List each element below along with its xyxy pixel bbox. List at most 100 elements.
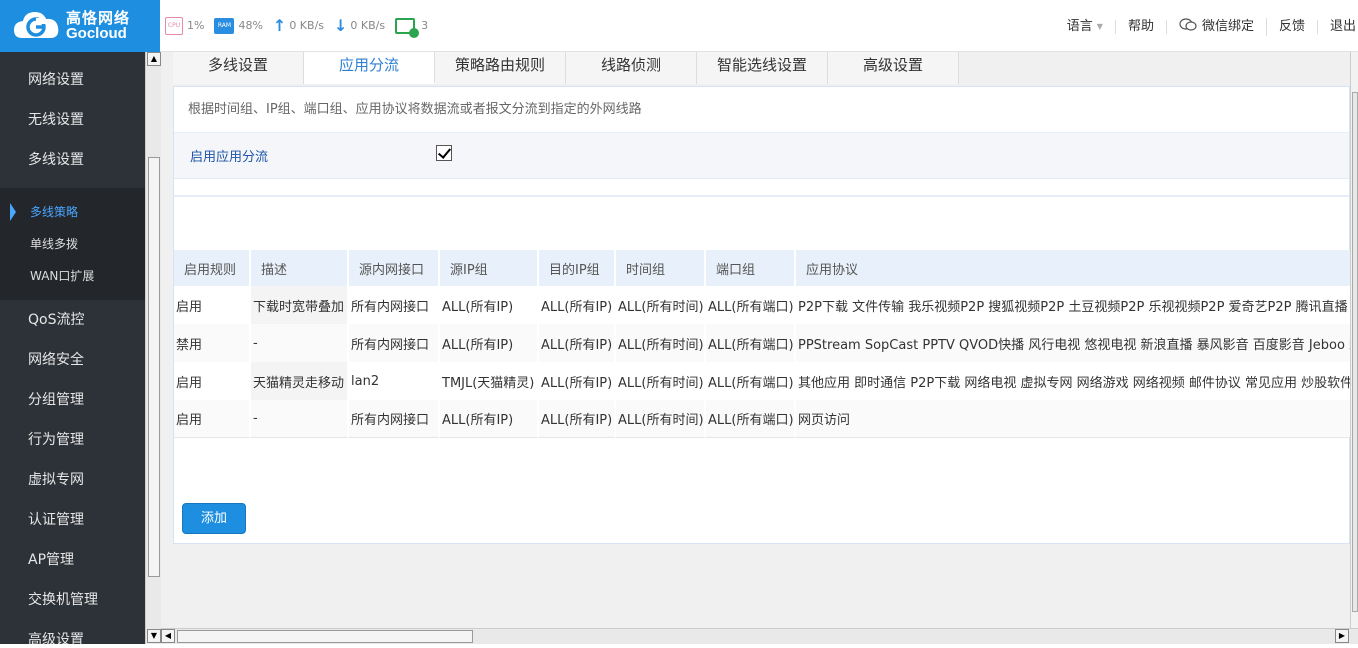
- table-row[interactable]: 启用 下载时宽带叠加 所有内网接口 ALL(所有IP) ALL(所有IP) AL…: [174, 286, 1350, 324]
- sidebar-item-ap[interactable]: AP管理: [0, 540, 145, 580]
- cell-description: 下载时宽带叠加: [251, 286, 349, 324]
- sidebar-item-network[interactable]: 网络设置: [0, 60, 145, 100]
- cell-description: -: [251, 324, 349, 362]
- cell-dst-ip: ALL(所有IP): [539, 286, 616, 324]
- sidebar-submenu: 多线策略 单线多拨 WAN口扩展: [0, 188, 145, 300]
- ram-icon: RAM: [214, 17, 235, 34]
- col-app-protocol: 应用协议: [796, 250, 1350, 286]
- cell-protocol: 网页访问: [796, 400, 1350, 438]
- scroll-up-icon[interactable]: ▲: [147, 52, 161, 66]
- sidebar-scrollbar[interactable]: ▲ ▼: [145, 52, 161, 648]
- cpu-icon: CPU: [165, 16, 183, 35]
- cell-protocol: P2P下载 文件传输 我乐视频P2P 搜狐视频P2P 土豆视频P2P 乐视视频P…: [796, 286, 1350, 324]
- col-description: 描述: [251, 250, 349, 286]
- cell-src-ip: ALL(所有IP): [440, 286, 539, 324]
- cell-port: ALL(所有端口): [706, 286, 796, 324]
- tab-policy-routing[interactable]: 策略路由规则: [435, 52, 566, 84]
- tab-multiline-settings[interactable]: 多线设置: [173, 52, 304, 84]
- tab-advanced[interactable]: 高级设置: [828, 52, 959, 84]
- col-time-group: 时间组: [616, 250, 706, 286]
- sidebar-scroll-thumb[interactable]: [148, 157, 160, 577]
- enable-app-routing-label: 启用应用分流: [190, 150, 269, 165]
- cell-time: ALL(所有时间): [616, 286, 706, 324]
- tab-app-routing[interactable]: 应用分流: [304, 52, 435, 84]
- cell-time: ALL(所有时间): [616, 324, 706, 362]
- sidebar-item-vpn[interactable]: 虚拟专网: [0, 460, 145, 500]
- cell-src-interface: 所有内网接口: [349, 400, 440, 438]
- enable-row: 启用应用分流: [174, 133, 1349, 179]
- cell-description: -: [251, 400, 349, 438]
- enable-app-routing-checkbox[interactable]: [436, 144, 452, 161]
- cell-src-interface: 所有内网接口: [349, 324, 440, 362]
- scroll-down-icon[interactable]: ▼: [147, 629, 161, 643]
- help-link[interactable]: 帮助: [1116, 20, 1167, 34]
- cell-protocol: PPStream SopCast PPTV QVOD快播 风行电视 悠视电视 新…: [796, 324, 1350, 362]
- wechat-bind-link[interactable]: 微信绑定: [1167, 18, 1267, 36]
- table-row[interactable]: 禁用 - 所有内网接口 ALL(所有IP) ALL(所有IP) ALL(所有时间…: [174, 324, 1350, 362]
- sidebar-item-wireless[interactable]: 无线设置: [0, 100, 145, 140]
- cell-dst-ip: ALL(所有IP): [539, 362, 616, 400]
- table-row[interactable]: 启用 天猫精灵走移动 lan2 TMJL(天猫精灵) ALL(所有IP) ALL…: [174, 362, 1350, 400]
- sidebar-sub-wan-expand[interactable]: WAN口扩展: [0, 260, 145, 292]
- add-rule-button[interactable]: 添加: [182, 503, 246, 534]
- upload-arrow-icon: ↑: [272, 16, 287, 35]
- tab-smart-line[interactable]: 智能选线设置: [697, 52, 828, 84]
- divider: [174, 179, 1349, 197]
- wechat-bind-label: 微信绑定: [1201, 19, 1254, 34]
- scroll-left-icon[interactable]: ◀: [161, 629, 175, 643]
- sidebar-item-behavior[interactable]: 行为管理: [0, 420, 145, 460]
- table-row[interactable]: 启用 - 所有内网接口 ALL(所有IP) ALL(所有IP) ALL(所有时间…: [174, 400, 1350, 438]
- wechat-icon: [1179, 18, 1197, 36]
- horizontal-scroll-thumb[interactable]: [177, 630, 473, 643]
- sidebar-item-qos[interactable]: QoS流控: [0, 300, 145, 340]
- online-devices-icon: [395, 17, 420, 38]
- col-src-ip-group: 源IP组: [440, 250, 539, 286]
- sidebar-sub-single-multi-dial[interactable]: 单线多拨: [0, 228, 145, 260]
- sidebar-item-multiline[interactable]: 多线设置: [0, 140, 145, 180]
- cell-status: 启用: [174, 286, 251, 324]
- download-stat: ↓ 0 KB/s: [334, 16, 385, 35]
- sidebar-item-groups[interactable]: 分组管理: [0, 380, 145, 420]
- upload-stat: ↑ 0 KB/s: [273, 16, 324, 35]
- cpu-stat: CPU 1%: [165, 16, 204, 35]
- cell-port: ALL(所有端口): [706, 362, 796, 400]
- bottom-border: [0, 644, 1358, 648]
- sidebar-item-switch[interactable]: 交换机管理: [0, 580, 145, 620]
- tab-line-detection[interactable]: 线路侦测: [566, 52, 697, 84]
- main-scroll-thumb[interactable]: [1352, 92, 1358, 612]
- cell-protocol: 其他应用 即时通信 P2P下载 网络电视 虚拟专网 网络游戏 网络视频 邮件协议…: [796, 362, 1350, 400]
- language-menu[interactable]: 语言 ▼: [1055, 20, 1116, 34]
- table-header-row: 启用规则 描述 源内网接口 源IP组 目的IP组 时间组 端口组 应用协议: [174, 250, 1350, 286]
- main-vertical-scrollbar[interactable]: [1350, 52, 1358, 628]
- top-header: 高恪网络 Gocloud CPU 1% RAM 48% ↑ 0 KB/s ↓ 0…: [0, 0, 1358, 52]
- tab-bar: 多线设置 应用分流 策略路由规则 线路侦测 智能选线设置 高级设置: [173, 52, 959, 84]
- cell-time: ALL(所有时间): [616, 362, 706, 400]
- top-nav: 语言 ▼ 帮助 微信绑定 反馈 退出: [1055, 18, 1358, 36]
- ram-value: 48%: [238, 19, 263, 32]
- logout-link[interactable]: 退出: [1318, 20, 1358, 34]
- download-value: 0 KB/s: [350, 19, 386, 32]
- brand-logo[interactable]: 高恪网络 Gocloud: [0, 0, 160, 52]
- cell-src-interface: 所有内网接口: [349, 286, 440, 324]
- feedback-link[interactable]: 反馈: [1267, 20, 1318, 34]
- col-port-group: 端口组: [706, 250, 796, 286]
- app-routing-panel: 根据时间组、IP组、端口组、应用协议将数据流或者报文分流到指定的外网线路 启用应…: [173, 86, 1350, 544]
- brand-name-en: Gocloud: [66, 25, 127, 42]
- cell-port: ALL(所有端口): [706, 324, 796, 362]
- cell-time: ALL(所有时间): [616, 400, 706, 438]
- cell-src-ip: ALL(所有IP): [440, 400, 539, 438]
- download-arrow-icon: ↓: [334, 16, 348, 35]
- brand-name-cn: 高恪网络: [66, 9, 131, 27]
- cloud-logo-icon: [12, 6, 62, 46]
- sidebar: 网络设置 无线设置 多线设置 多线策略 单线多拨 WAN口扩展 QoS流控 网络…: [0, 52, 145, 648]
- horizontal-scrollbar[interactable]: ◀ ▶: [161, 628, 1358, 644]
- sidebar-sub-multiline-policy[interactable]: 多线策略: [0, 196, 145, 228]
- scroll-right-icon[interactable]: ▶: [1335, 629, 1349, 643]
- sidebar-item-auth[interactable]: 认证管理: [0, 500, 145, 540]
- devices-stat[interactable]: 3: [395, 17, 428, 38]
- rules-table: 启用规则 描述 源内网接口 源IP组 目的IP组 时间组 端口组 应用协议 启用…: [174, 250, 1350, 438]
- sidebar-item-security[interactable]: 网络安全: [0, 340, 145, 380]
- cell-dst-ip: ALL(所有IP): [539, 400, 616, 438]
- panel-description: 根据时间组、IP组、端口组、应用协议将数据流或者报文分流到指定的外网线路: [174, 87, 1349, 133]
